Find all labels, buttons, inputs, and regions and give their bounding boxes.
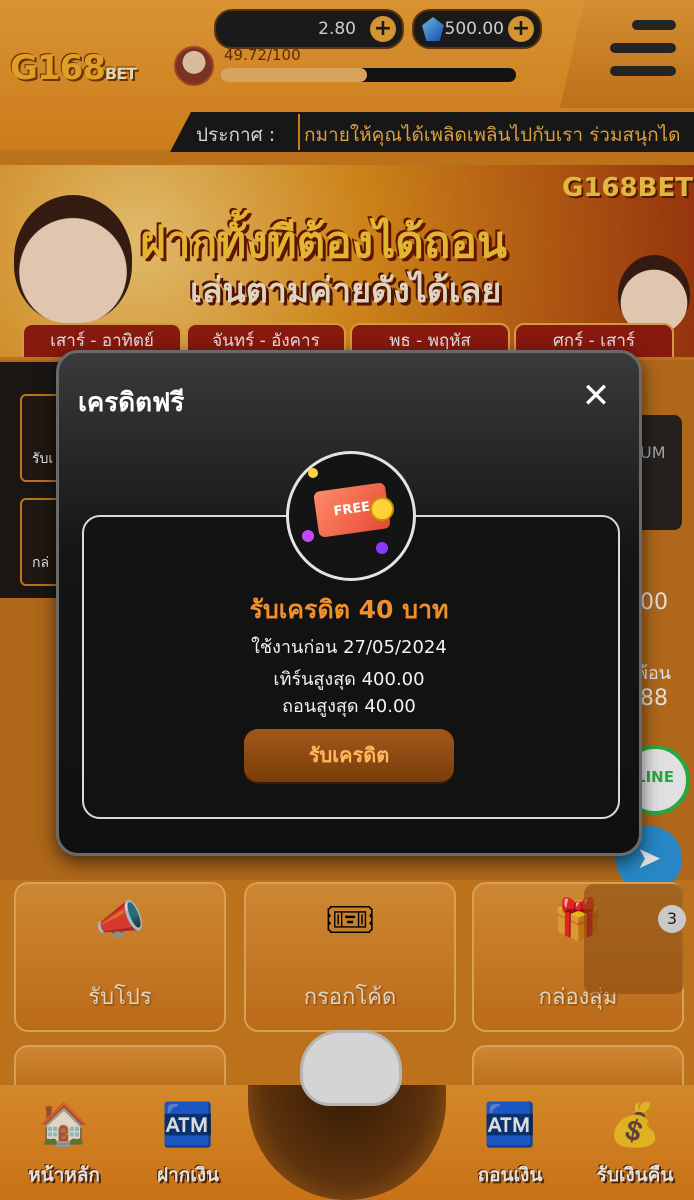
max-withdraw: ถอนสูงสุด 40.00: [282, 696, 416, 717]
claim-credit-button[interactable]: รับเครดิต: [244, 729, 454, 782]
decoration-dot: [302, 530, 314, 542]
expire-date: ใช้งานก่อน 27/05/2024: [251, 637, 447, 658]
close-icon[interactable]: ✕: [580, 379, 612, 413]
max-turnover: เทิร์นสูงสุด 400.00: [273, 669, 425, 690]
coin-icon: [370, 497, 394, 521]
modal-title: เครดิตฟรี: [78, 388, 185, 418]
decoration-dot: [376, 542, 388, 554]
decoration-dot: [308, 468, 318, 478]
reward-title: รับเครดิต 40 บาท: [249, 595, 449, 624]
